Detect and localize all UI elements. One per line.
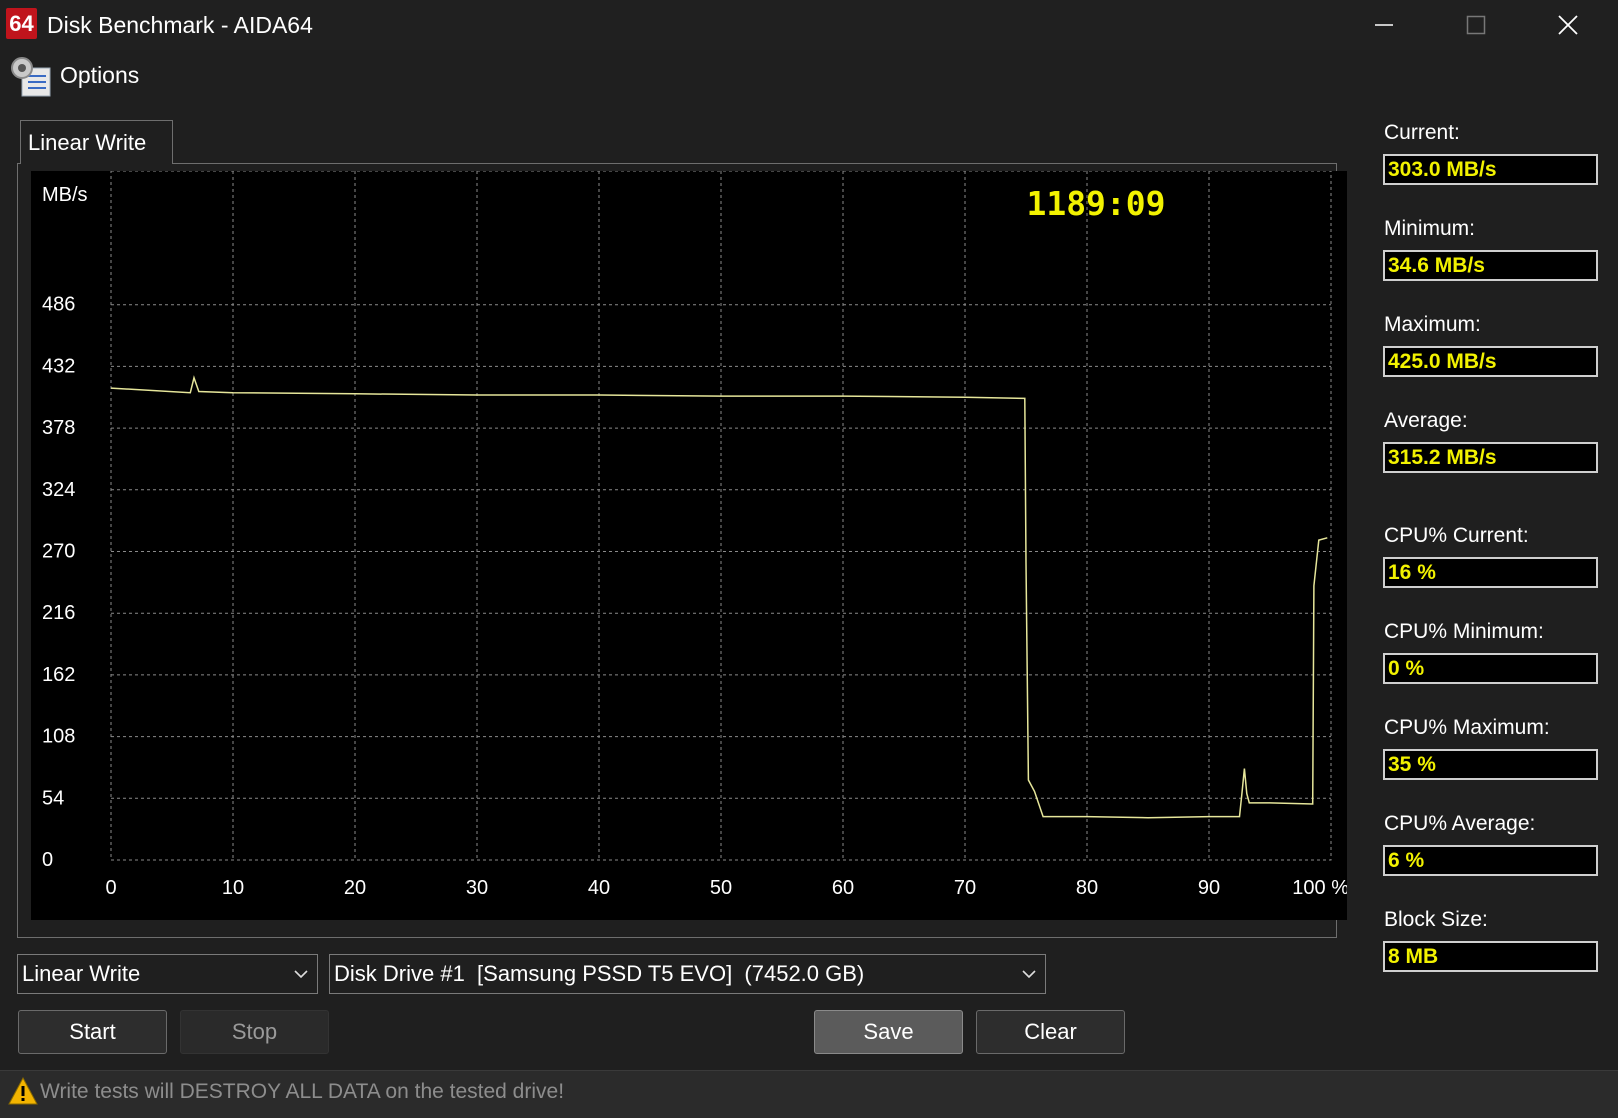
- minimize-icon: [1375, 24, 1393, 26]
- x-tick-label: 80: [1076, 877, 1098, 899]
- cpu-current-value: 16 %: [1383, 557, 1598, 588]
- app-logo-icon: 64: [6, 8, 37, 39]
- clear-button[interactable]: Clear: [976, 1010, 1125, 1054]
- y-tick-label: 432: [42, 355, 75, 377]
- cpu-current-label: CPU% Current:: [1384, 524, 1529, 547]
- x-tick-label: 30: [466, 877, 488, 899]
- block-size-value: 8 MB: [1383, 941, 1598, 972]
- options-icon[interactable]: [8, 54, 54, 100]
- test-type-select-value: Linear Write: [22, 961, 141, 986]
- average-label: Average:: [1384, 409, 1468, 432]
- chevron-down-icon: [1022, 970, 1036, 979]
- y-tick-label: 216: [42, 602, 75, 624]
- x-tick-label: 50: [710, 877, 732, 899]
- current-value: 303.0 MB/s: [1383, 154, 1598, 185]
- elapsed-timer: 1189:09: [1026, 184, 1165, 223]
- cpu-average-value: 6 %: [1383, 845, 1598, 876]
- warning-text: Write tests will DESTROY ALL DATA on the…: [40, 1080, 565, 1103]
- window-title: Disk Benchmark - AIDA64: [47, 12, 313, 38]
- y-tick-label: 108: [42, 726, 75, 748]
- cpu-maximum-label: CPU% Maximum:: [1384, 716, 1550, 739]
- x-tick-label: 20: [344, 877, 366, 899]
- minimize-button[interactable]: [1338, 0, 1430, 50]
- x-tick-label: 100 %: [1292, 877, 1347, 899]
- minimum-label: Minimum:: [1384, 217, 1476, 240]
- x-tick-label: 60: [832, 877, 854, 899]
- y-tick-label: 162: [42, 664, 75, 686]
- y-tick-label: 270: [42, 541, 75, 563]
- close-button[interactable]: [1522, 0, 1614, 50]
- test-type-select[interactable]: Linear Write: [17, 954, 318, 994]
- x-tick-label: 10: [222, 877, 244, 899]
- x-tick-label: 0: [105, 877, 116, 899]
- y-tick-label: 0: [42, 849, 53, 871]
- benchmark-chart: 486 432 378 324 270 216 162 108 54 0 0 10 20 30 40 50 60…: [31, 171, 1347, 920]
- options-menu[interactable]: Options: [60, 62, 139, 89]
- start-button[interactable]: Start: [18, 1010, 167, 1054]
- average-value: 315.2 MB/s: [1383, 442, 1598, 473]
- y-tick-label: 324: [42, 479, 75, 501]
- drive-select-value: Disk Drive #1 [Samsung PSSD T5 EVO] (745…: [334, 961, 865, 986]
- minimum-value: 34.6 MB/s: [1383, 250, 1598, 281]
- chevron-down-icon: [294, 970, 308, 979]
- drive-select[interactable]: Disk Drive #1 [Samsung PSSD T5 EVO] (745…: [329, 954, 1046, 994]
- maximum-value: 425.0 MB/s: [1383, 346, 1598, 377]
- maximize-icon: [1466, 15, 1486, 35]
- maximize-button[interactable]: [1430, 0, 1522, 50]
- throughput-line: [110, 375, 1328, 819]
- x-tick-label: 40: [588, 877, 610, 899]
- tab-linear-write[interactable]: Linear Write: [20, 120, 173, 164]
- warning-icon: [8, 1076, 38, 1110]
- y-axis-label: MB/s: [42, 184, 88, 206]
- y-tick-label: 378: [42, 417, 75, 439]
- cpu-average-label: CPU% Average:: [1384, 812, 1536, 835]
- block-size-label: Block Size:: [1384, 908, 1488, 931]
- chart-svg: 486 432 378 324 270 216 162 108 54 0 0 10 20 30 40 50 60…: [42, 171, 1347, 899]
- save-button[interactable]: Save: [814, 1010, 963, 1054]
- cpu-minimum-value: 0 %: [1383, 653, 1598, 684]
- stop-button[interactable]: Stop: [180, 1010, 329, 1054]
- current-label: Current:: [1384, 121, 1460, 144]
- cpu-maximum-value: 35 %: [1383, 749, 1598, 780]
- cpu-minimum-label: CPU% Minimum:: [1384, 620, 1544, 643]
- close-icon: [1558, 15, 1578, 35]
- y-tick-label: 54: [42, 787, 64, 809]
- x-tick-label: 70: [954, 877, 976, 899]
- maximum-label: Maximum:: [1384, 313, 1481, 336]
- x-tick-label: 90: [1198, 877, 1220, 899]
- y-tick-label: 486: [42, 294, 75, 316]
